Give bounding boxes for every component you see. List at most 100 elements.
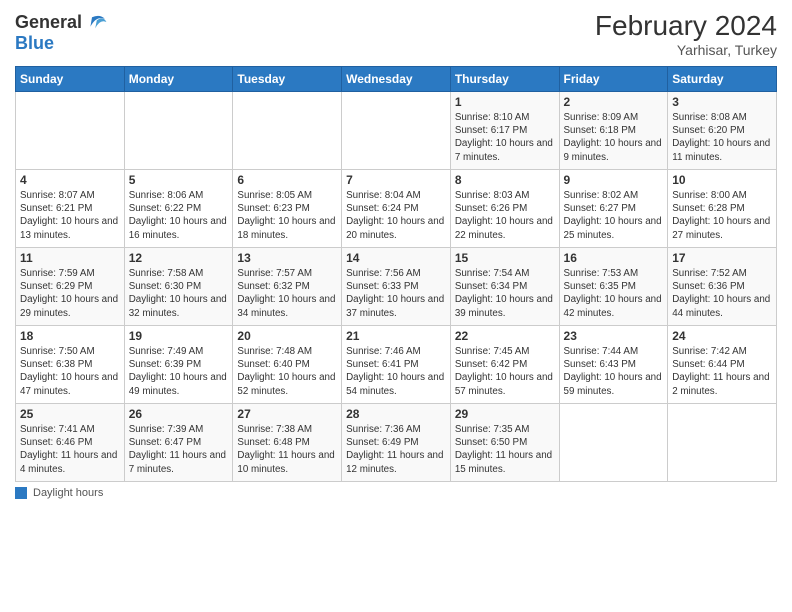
day-info: Sunrise: 7:49 AM Sunset: 6:39 PM Dayligh…	[129, 345, 229, 398]
header: General Blue February 2024 Yarhisar, Tur…	[15, 10, 777, 58]
day-cell: 8 Sunrise: 8:03 AM Sunset: 6:26 PM Daylig…	[450, 170, 559, 248]
day-number: 1	[455, 95, 555, 109]
logo-blue: Blue	[15, 34, 54, 52]
day-info: Sunrise: 7:35 AM Sunset: 6:50 PM Dayligh…	[455, 423, 555, 476]
calendar-body: 1 Sunrise: 8:10 AM Sunset: 6:17 PM Daylig…	[16, 92, 777, 482]
day-number: 25	[20, 407, 120, 421]
day-number: 22	[455, 329, 555, 343]
day-info: Sunrise: 7:48 AM Sunset: 6:40 PM Dayligh…	[237, 345, 337, 398]
day-number: 4	[20, 173, 120, 187]
day-info: Sunrise: 7:45 AM Sunset: 6:42 PM Dayligh…	[455, 345, 555, 398]
day-info: Sunrise: 7:53 AM Sunset: 6:35 PM Dayligh…	[564, 267, 664, 320]
day-cell: 22 Sunrise: 7:45 AM Sunset: 6:42 PM Dayli…	[450, 326, 559, 404]
day-number: 5	[129, 173, 229, 187]
day-cell: 27Sunrise: 7:38 AM Sunset: 6:48 PM Dayli…	[233, 404, 342, 482]
day-info: Sunrise: 8:08 AM Sunset: 6:20 PM Dayligh…	[672, 111, 772, 164]
day-cell: 4 Sunrise: 8:07 AM Sunset: 6:21 PM Daylig…	[16, 170, 125, 248]
day-number: 14	[346, 251, 446, 265]
week-row-3: 11Sunrise: 7:59 AM Sunset: 6:29 PM Dayli…	[16, 248, 777, 326]
day-cell: 17Sunrise: 7:52 AM Sunset: 6:36 PM Dayli…	[668, 248, 777, 326]
day-info: Sunrise: 8:09 AM Sunset: 6:18 PM Dayligh…	[564, 111, 664, 164]
week-row-4: 18 Sunrise: 7:50 AM Sunset: 6:38 PM Dayli…	[16, 326, 777, 404]
day-cell: 14 Sunrise: 7:56 AM Sunset: 6:33 PM Dayli…	[342, 248, 451, 326]
header-tuesday: Tuesday	[233, 67, 342, 92]
day-number: 19	[129, 329, 229, 343]
header-row: Sunday Monday Tuesday Wednesday Thursday…	[16, 67, 777, 92]
day-info: Sunrise: 8:03 AM Sunset: 6:26 PM Dayligh…	[455, 189, 555, 242]
day-info: Sunrise: 7:50 AM Sunset: 6:38 PM Dayligh…	[20, 345, 120, 398]
day-info: Sunrise: 8:07 AM Sunset: 6:21 PM Dayligh…	[20, 189, 120, 242]
week-row-5: 25 Sunrise: 7:41 AM Sunset: 6:46 PM Dayli…	[16, 404, 777, 482]
logo-general: General	[15, 13, 82, 31]
header-saturday: Saturday	[668, 67, 777, 92]
day-info: Sunrise: 8:10 AM Sunset: 6:17 PM Dayligh…	[455, 111, 555, 164]
day-cell: 1 Sunrise: 8:10 AM Sunset: 6:17 PM Daylig…	[450, 92, 559, 170]
day-number: 26	[129, 407, 229, 421]
day-cell: 18 Sunrise: 7:50 AM Sunset: 6:38 PM Dayli…	[16, 326, 125, 404]
day-number: 3	[672, 95, 772, 109]
day-cell: 13Sunrise: 7:57 AM Sunset: 6:32 PM Dayli…	[233, 248, 342, 326]
day-cell	[16, 92, 125, 170]
day-info: Sunrise: 8:05 AM Sunset: 6:23 PM Dayligh…	[237, 189, 337, 242]
day-number: 29	[455, 407, 555, 421]
footer: Daylight hours	[15, 487, 777, 499]
day-cell: 25 Sunrise: 7:41 AM Sunset: 6:46 PM Dayli…	[16, 404, 125, 482]
day-number: 12	[129, 251, 229, 265]
day-cell: 2 Sunrise: 8:09 AM Sunset: 6:18 PM Daylig…	[559, 92, 668, 170]
calendar-header: Sunday Monday Tuesday Wednesday Thursday…	[16, 67, 777, 92]
day-number: 8	[455, 173, 555, 187]
day-cell: 12 Sunrise: 7:58 AM Sunset: 6:30 PM Dayli…	[124, 248, 233, 326]
footer-label: Daylight hours	[33, 487, 103, 499]
day-info: Sunrise: 7:44 AM Sunset: 6:43 PM Dayligh…	[564, 345, 664, 398]
day-number: 23	[564, 329, 664, 343]
day-info: Sunrise: 8:00 AM Sunset: 6:28 PM Dayligh…	[672, 189, 772, 242]
day-cell	[233, 92, 342, 170]
day-info: Sunrise: 7:36 AM Sunset: 6:49 PM Dayligh…	[346, 423, 446, 476]
day-info: Sunrise: 7:41 AM Sunset: 6:46 PM Dayligh…	[20, 423, 120, 476]
day-cell: 5 Sunrise: 8:06 AM Sunset: 6:22 PM Daylig…	[124, 170, 233, 248]
day-info: Sunrise: 8:02 AM Sunset: 6:27 PM Dayligh…	[564, 189, 664, 242]
logo-icon	[84, 10, 108, 34]
day-info: Sunrise: 7:52 AM Sunset: 6:36 PM Dayligh…	[672, 267, 772, 320]
day-number: 13	[237, 251, 337, 265]
day-cell: 9 Sunrise: 8:02 AM Sunset: 6:27 PM Daylig…	[559, 170, 668, 248]
day-info: Sunrise: 7:39 AM Sunset: 6:47 PM Dayligh…	[129, 423, 229, 476]
footer-dot	[15, 487, 27, 499]
day-number: 2	[564, 95, 664, 109]
day-info: Sunrise: 7:56 AM Sunset: 6:33 PM Dayligh…	[346, 267, 446, 320]
header-thursday: Thursday	[450, 67, 559, 92]
day-number: 24	[672, 329, 772, 343]
day-number: 7	[346, 173, 446, 187]
title-block: February 2024 Yarhisar, Turkey	[595, 10, 777, 58]
day-number: 28	[346, 407, 446, 421]
day-number: 6	[237, 173, 337, 187]
day-cell: 15Sunrise: 7:54 AM Sunset: 6:34 PM Dayli…	[450, 248, 559, 326]
day-cell	[342, 92, 451, 170]
calendar-table: Sunday Monday Tuesday Wednesday Thursday…	[15, 66, 777, 482]
day-cell	[559, 404, 668, 482]
day-cell	[124, 92, 233, 170]
day-number: 21	[346, 329, 446, 343]
day-info: Sunrise: 7:42 AM Sunset: 6:44 PM Dayligh…	[672, 345, 772, 398]
day-number: 16	[564, 251, 664, 265]
calendar-title: February 2024	[595, 10, 777, 42]
day-cell: 3 Sunrise: 8:08 AM Sunset: 6:20 PM Daylig…	[668, 92, 777, 170]
day-cell: 21Sunrise: 7:46 AM Sunset: 6:41 PM Dayli…	[342, 326, 451, 404]
day-cell: 23 Sunrise: 7:44 AM Sunset: 6:43 PM Dayli…	[559, 326, 668, 404]
day-cell: 7 Sunrise: 8:04 AM Sunset: 6:24 PM Daylig…	[342, 170, 451, 248]
day-cell: 16 Sunrise: 7:53 AM Sunset: 6:35 PM Dayli…	[559, 248, 668, 326]
day-cell	[668, 404, 777, 482]
header-wednesday: Wednesday	[342, 67, 451, 92]
day-info: Sunrise: 7:58 AM Sunset: 6:30 PM Dayligh…	[129, 267, 229, 320]
day-info: Sunrise: 8:04 AM Sunset: 6:24 PM Dayligh…	[346, 189, 446, 242]
day-cell: 24 Sunrise: 7:42 AM Sunset: 6:44 PM Dayli…	[668, 326, 777, 404]
day-number: 9	[564, 173, 664, 187]
day-cell: 10 Sunrise: 8:00 AM Sunset: 6:28 PM Dayli…	[668, 170, 777, 248]
day-number: 11	[20, 251, 120, 265]
day-cell: 26 Sunrise: 7:39 AM Sunset: 6:47 PM Dayli…	[124, 404, 233, 482]
day-number: 18	[20, 329, 120, 343]
week-row-2: 4 Sunrise: 8:07 AM Sunset: 6:21 PM Daylig…	[16, 170, 777, 248]
week-row-1: 1 Sunrise: 8:10 AM Sunset: 6:17 PM Daylig…	[16, 92, 777, 170]
day-info: Sunrise: 8:06 AM Sunset: 6:22 PM Dayligh…	[129, 189, 229, 242]
day-number: 10	[672, 173, 772, 187]
